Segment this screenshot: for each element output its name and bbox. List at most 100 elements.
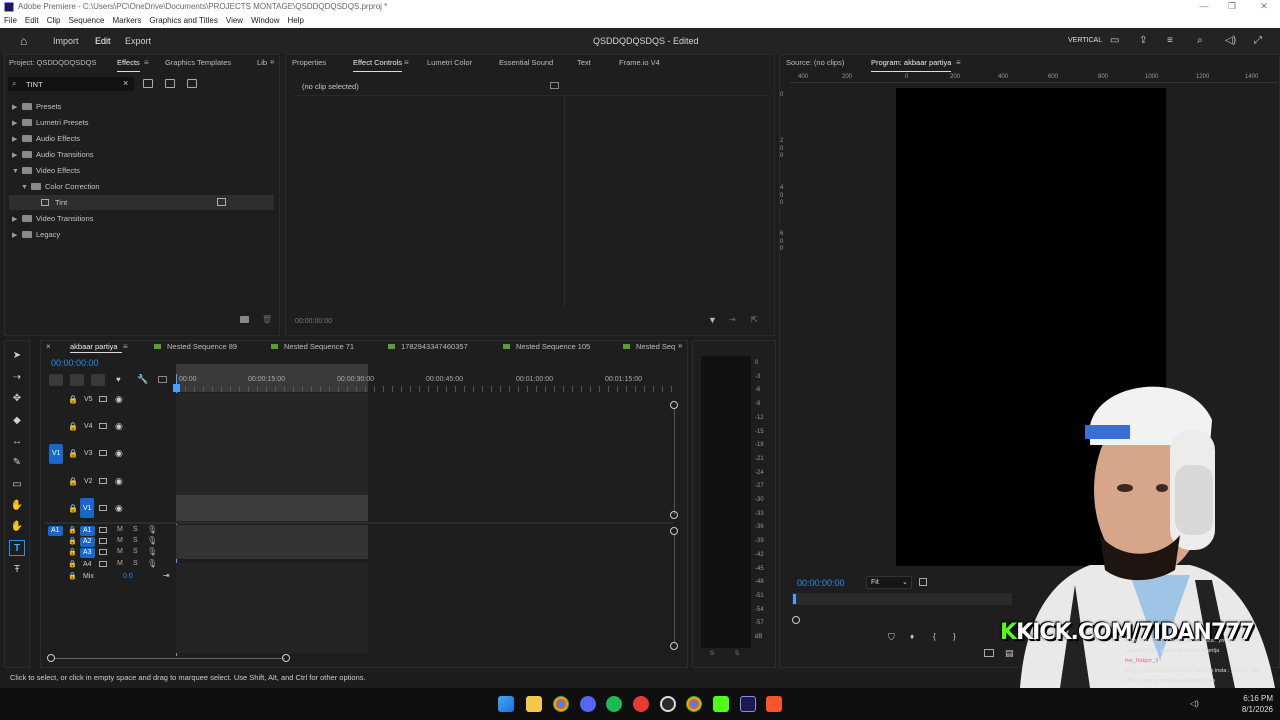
zoom-handle[interactable] <box>792 616 800 624</box>
share-icon[interactable]: ⇪ <box>1139 35 1147 46</box>
menu-graphics[interactable]: Graphics and Titles <box>145 14 221 28</box>
new-bin-icon[interactable] <box>240 316 249 323</box>
record-app-icon[interactable] <box>633 696 649 712</box>
tab-sequence-1782[interactable]: 1782943347460357 <box>401 342 468 351</box>
tree-tint-effect[interactable]: Tint <box>41 198 67 207</box>
v1-clip[interactable] <box>176 495 368 521</box>
solo-right[interactable]: S <box>735 651 739 657</box>
premiere-taskbar-icon[interactable] <box>740 696 756 712</box>
more-tabs-icon[interactable]: » <box>270 57 274 66</box>
menu-clip[interactable]: Clip <box>43 14 65 28</box>
play-audio-icon[interactable]: ⇥ <box>729 315 736 324</box>
tab-properties[interactable]: Properties <box>292 58 326 67</box>
eye-icon[interactable]: ◉ <box>115 448 123 459</box>
v-scroll-handle-bottom[interactable] <box>670 511 678 519</box>
tab-libraries[interactable]: Lib <box>257 58 267 67</box>
audio-clips[interactable] <box>176 525 368 559</box>
tab-effect-controls[interactable]: Effect Controls <box>353 58 403 72</box>
search-input[interactable]: TINT <box>26 80 43 89</box>
rectangle-tool-icon[interactable]: ▭ <box>9 477 25 493</box>
tree-audio-transitions[interactable]: ▶ Audio Transitions <box>12 150 94 159</box>
tab-nested-71[interactable]: Nested Sequence 71 <box>284 342 354 351</box>
sync-lock-icon[interactable] <box>99 505 107 511</box>
tab-effects[interactable]: Effects <box>117 58 140 72</box>
solo-button[interactable]: S <box>133 548 138 555</box>
linked-selection-icon[interactable] <box>91 374 105 386</box>
sync-lock-icon[interactable] <box>99 450 107 456</box>
menu-sequence[interactable]: Sequence <box>64 14 108 28</box>
nest-toggle-icon[interactable] <box>49 374 63 386</box>
list-icon[interactable]: ≡ <box>1167 35 1173 46</box>
lock-icon[interactable]: 🔒 <box>68 572 77 580</box>
filter-icon[interactable]: ▼ <box>708 315 717 325</box>
solo-left[interactable]: S <box>710 651 714 657</box>
chrome-icon[interactable] <box>553 696 569 712</box>
brave-icon[interactable] <box>766 696 782 712</box>
workspace-panel-icon[interactable]: ▭ <box>1110 35 1119 46</box>
lock-icon[interactable]: 🔒 <box>68 526 77 534</box>
track-select-tool-icon[interactable]: ⇢ <box>9 370 25 386</box>
pen-tool-icon[interactable]: ✎ <box>9 455 25 471</box>
nav-edit[interactable]: Edit <box>95 36 111 46</box>
mic-icon[interactable]: 🎙 <box>147 547 157 556</box>
solo-button[interactable]: S <box>133 526 138 533</box>
tree-video-effects[interactable]: ▼ Video Effects <box>12 166 80 175</box>
a-scroll-handle-top[interactable] <box>670 527 678 535</box>
tree-color-correction[interactable]: ▼ Color Correction <box>21 182 100 191</box>
mute-button[interactable]: M <box>117 560 123 567</box>
volume-icon[interactable]: ◁) <box>1225 35 1236 46</box>
type-tool-icon[interactable]: T <box>9 540 25 556</box>
fit-dropdown[interactable]: Fit ⌄ <box>866 576 912 589</box>
clear-search-icon[interactable]: × <box>123 78 128 88</box>
mic-icon[interactable]: 🎙 <box>147 559 157 568</box>
h-scroll-bar[interactable] <box>55 658 285 659</box>
sync-lock-icon[interactable] <box>99 527 107 533</box>
tab-sequence-akbaar[interactable]: akbaar partiya <box>70 342 118 351</box>
home-icon[interactable]: ⌂ <box>20 34 27 48</box>
minimize-button[interactable]: — <box>1196 1 1212 11</box>
tab-lumetri-color[interactable]: Lumetri Color <box>427 58 472 67</box>
tree-legacy[interactable]: ▶ Legacy <box>12 230 60 239</box>
obs-icon[interactable] <box>660 696 676 712</box>
lock-icon[interactable]: 🔒 <box>68 560 77 568</box>
spotify-icon[interactable] <box>606 696 622 712</box>
close-tab-icon[interactable]: × <box>46 342 51 351</box>
mute-button[interactable]: M <box>117 526 123 533</box>
tab-project[interactable]: Project: QSDDQDQSDQS <box>9 58 97 67</box>
sync-lock-icon[interactable] <box>99 423 107 429</box>
eye-icon[interactable]: ◉ <box>115 503 123 514</box>
tab-frameio[interactable]: Frame.io V4 <box>619 58 660 67</box>
tree-lumetri-presets[interactable]: ▶ Lumetri Presets <box>12 118 89 127</box>
sync-lock-icon[interactable] <box>99 478 107 484</box>
start-icon[interactable] <box>498 696 514 712</box>
workspace-name[interactable]: VERTICAL <box>1068 37 1102 44</box>
tab-program-monitor[interactable]: Program: akbaar partiya <box>871 58 952 72</box>
accelerated-effects-icon[interactable] <box>143 79 153 88</box>
tree-video-transitions[interactable]: ▶ Video Transitions <box>12 214 93 223</box>
v-scroll-track[interactable] <box>674 409 675 515</box>
a-scroll-track[interactable] <box>674 535 675 643</box>
lock-icon[interactable]: 🔒 <box>68 449 78 458</box>
snap-icon[interactable] <box>70 374 84 386</box>
eye-icon[interactable]: ◉ <box>115 421 123 432</box>
mark-in-icon[interactable]: { <box>933 632 936 641</box>
settings-icon[interactable] <box>919 578 927 586</box>
timeline-timecode[interactable]: 00:00:00:00 <box>51 358 99 368</box>
menu-help[interactable]: Help <box>284 14 308 28</box>
monitor-time-ruler[interactable] <box>792 593 1012 605</box>
maximize-button[interactable]: ❐ <box>1224 1 1240 12</box>
tab-text[interactable]: Text <box>577 58 591 67</box>
a-scroll-handle-bottom[interactable] <box>670 642 678 650</box>
wrench-icon[interactable]: 🔧 <box>137 374 148 385</box>
sync-lock-icon[interactable] <box>99 538 107 544</box>
program-menu-icon[interactable]: ≡ <box>956 58 961 67</box>
tab-essential-sound[interactable]: Essential Sound <box>499 58 553 67</box>
yuv-effects-icon[interactable] <box>187 79 197 88</box>
show-timeline-icon[interactable] <box>550 82 559 89</box>
solo-button[interactable]: S <box>133 537 138 544</box>
tab-graphics-templates[interactable]: Graphics Templates <box>165 58 231 67</box>
mic-icon[interactable]: 🎙 <box>147 525 157 534</box>
effects-search-field[interactable]: ⌕ TINT × <box>8 77 134 91</box>
export-icon[interactable]: ⇱ <box>751 315 758 324</box>
file-explorer-icon[interactable] <box>526 696 542 712</box>
